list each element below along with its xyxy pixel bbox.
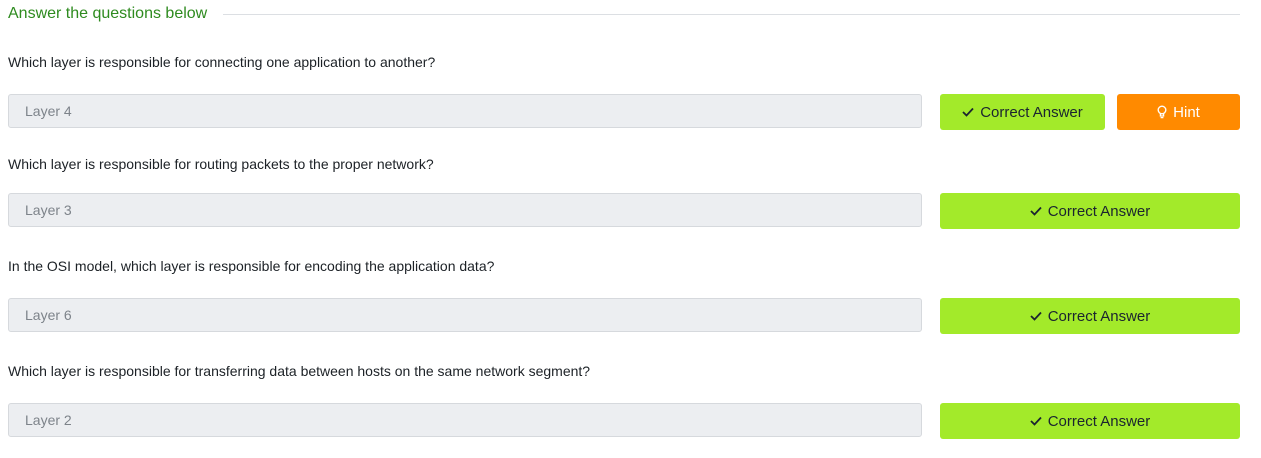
question-4-text: Which layer is responsible for transferr… xyxy=(8,363,591,379)
correct-answer-label: Correct Answer xyxy=(1047,412,1151,430)
section-divider xyxy=(223,13,1240,15)
question-1-hint-button[interactable]: Hint xyxy=(1117,94,1240,130)
lightbulb-icon xyxy=(1157,105,1167,119)
question-3-answer-input[interactable] xyxy=(8,298,922,332)
check-icon xyxy=(1030,206,1042,216)
check-icon xyxy=(1030,311,1042,321)
question-2-text: Which layer is responsible for routing p… xyxy=(8,156,434,172)
question-4-answer-input[interactable] xyxy=(8,403,922,437)
question-1-text: Which layer is responsible for connectin… xyxy=(8,54,436,70)
question-4-correct-answer-button[interactable]: Correct Answer xyxy=(940,403,1240,439)
correct-answer-label: Correct Answer xyxy=(980,103,1083,121)
check-icon xyxy=(1030,416,1042,426)
question-1-answer-input[interactable] xyxy=(8,94,922,128)
question-3-correct-answer-button[interactable]: Correct Answer xyxy=(940,298,1240,334)
correct-answer-label: Correct Answer xyxy=(1047,202,1151,220)
question-2-answer-input[interactable] xyxy=(8,193,922,227)
hint-label: Hint xyxy=(1173,103,1200,121)
question-2-correct-answer-button[interactable]: Correct Answer xyxy=(940,193,1240,229)
section-header: Answer the questions below xyxy=(8,0,1240,28)
correct-answer-label: Correct Answer xyxy=(1047,307,1151,325)
section-title: Answer the questions below xyxy=(8,5,208,22)
question-3-text: In the OSI model, which layer is respons… xyxy=(8,258,495,274)
question-1-correct-answer-button[interactable]: Correct Answer xyxy=(940,94,1105,130)
check-icon xyxy=(962,107,974,117)
